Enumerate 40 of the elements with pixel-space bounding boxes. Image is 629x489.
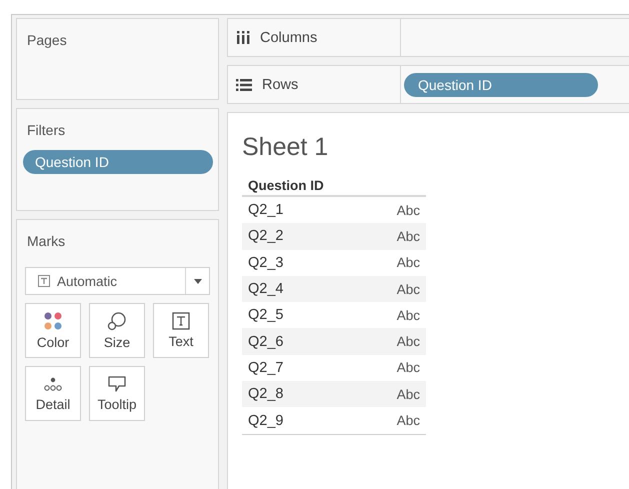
speech-bubble-icon	[107, 375, 127, 393]
caret-icon	[194, 278, 202, 284]
card-title: Pages	[27, 32, 67, 48]
table-cell: Q2_4	[248, 281, 284, 298]
marks-card-button[interactable]: Color	[25, 303, 81, 358]
table-cell: Abc	[396, 255, 420, 270]
table-cell: Q2_7	[248, 360, 284, 376]
table-cell: Abc	[396, 282, 420, 297]
shelf-label: Rows	[262, 76, 298, 92]
table-cell: Q2_6	[248, 334, 284, 350]
marks-card-button[interactable]: Tooltip	[89, 366, 145, 421]
table-cell: Q2_3	[248, 254, 284, 271]
card-title: Filters	[27, 122, 66, 138]
table-cell: Abc	[396, 308, 420, 323]
card-title: Marks	[27, 233, 66, 249]
column-header: Question ID	[242, 178, 426, 197]
color-dots-icon	[43, 311, 63, 331]
table-cell: Abc	[396, 386, 420, 402]
marks-card-button[interactable]: Detail	[25, 366, 81, 421]
shelf-label: Columns	[260, 30, 318, 46]
table-cell: Q2_8	[248, 386, 284, 402]
table-cell: Abc	[396, 202, 420, 218]
table-cell: Q2_1	[248, 202, 284, 218]
table-cell: Q2_2	[248, 228, 284, 244]
rows-icon	[236, 78, 252, 90]
table-cell: Abc	[396, 228, 420, 244]
table-cell: Abc	[396, 413, 420, 428]
sheet-title: Sheet 1	[242, 133, 328, 162]
table-cell: Abc	[396, 334, 420, 350]
size-circles-icon	[107, 311, 127, 331]
mark-type-dropdown[interactable]: Automatic	[25, 267, 210, 295]
table-cell: Q2_5	[248, 307, 284, 324]
table-cell: Abc	[396, 360, 420, 376]
table-cell: Q2_9	[248, 412, 284, 429]
marks-card-button[interactable]: Size	[89, 303, 145, 358]
detail-dots-icon	[43, 375, 63, 393]
text-mark-icon	[38, 275, 50, 287]
marks-card-button[interactable]: Text	[153, 303, 209, 358]
columns-icon	[236, 31, 250, 44]
text-icon	[172, 312, 190, 330]
